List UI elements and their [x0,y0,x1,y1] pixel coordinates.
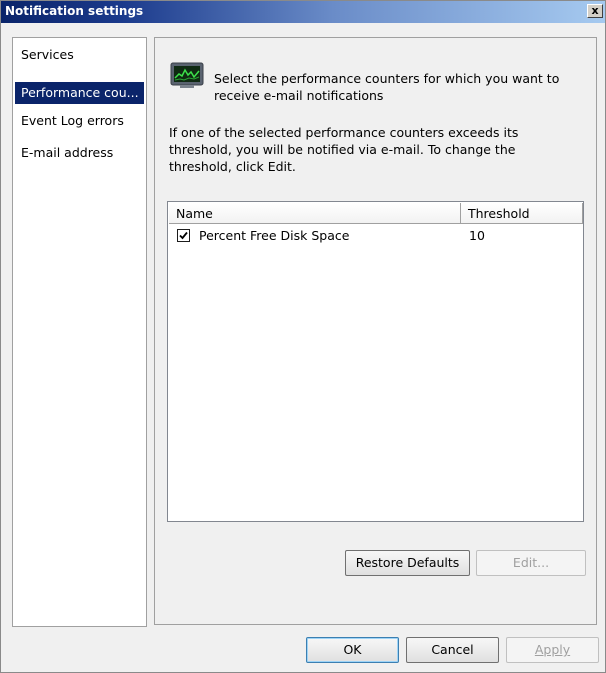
cancel-button[interactable]: Cancel [406,637,499,663]
notification-settings-dialog: Notification settings x Services Perform… [0,0,606,673]
counter-checkbox[interactable] [177,229,190,242]
sidebar-item-services[interactable]: Services [15,44,144,66]
apply-button[interactable]: Apply [506,637,599,663]
sidebar-item-email-address[interactable]: E-mail address [15,142,144,164]
performance-counters-panel: Select the performance counters for whic… [154,37,597,625]
sidebar-item-performance-counters[interactable]: Performance cou... [15,82,144,104]
performance-counters-list[interactable]: Name Threshold Percent Free Disk Space 1… [167,201,584,522]
edit-button[interactable]: Edit... [476,550,586,576]
close-button[interactable]: x [587,4,603,18]
sidebar: Services Performance cou... Event Log er… [12,37,147,627]
counter-threshold: 10 [469,228,485,243]
restore-defaults-button[interactable]: Restore Defaults [345,550,470,576]
column-header-name[interactable]: Name [169,203,461,224]
column-header-threshold[interactable]: Threshold [461,203,583,224]
performance-monitor-icon [170,62,204,88]
sidebar-item-event-log-errors[interactable]: Event Log errors [15,110,144,132]
counter-name: Percent Free Disk Space [199,228,350,243]
ok-button[interactable]: OK [306,637,399,663]
panel-description: If one of the selected performance count… [169,125,519,174]
panel-heading: Select the performance counters for whic… [214,71,560,103]
title-bar[interactable]: Notification settings x [1,1,605,23]
window-title: Notification settings [5,4,144,18]
checkmark-icon [179,231,188,240]
table-row[interactable]: Percent Free Disk Space 10 [169,226,582,246]
